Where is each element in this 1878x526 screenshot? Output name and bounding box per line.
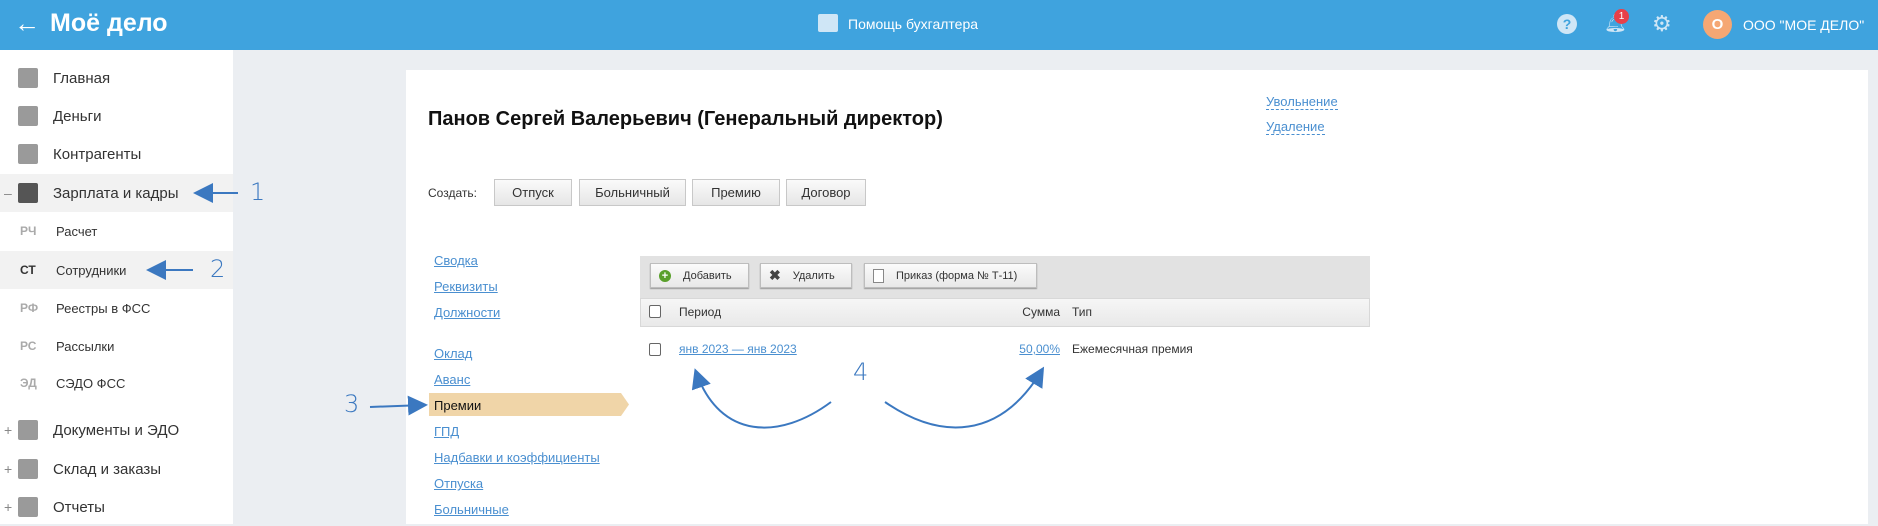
arrow-4b bbox=[884, 366, 1045, 429]
annotation-4: 4 bbox=[853, 358, 869, 386]
annotation-2: 2 bbox=[210, 255, 226, 283]
annotation-3: 3 bbox=[344, 390, 360, 418]
arrow-4a bbox=[691, 368, 832, 429]
annotation-1: 1 bbox=[250, 178, 266, 206]
arrow-3 bbox=[369, 395, 428, 416]
annotation-arrows bbox=[146, 183, 1045, 429]
